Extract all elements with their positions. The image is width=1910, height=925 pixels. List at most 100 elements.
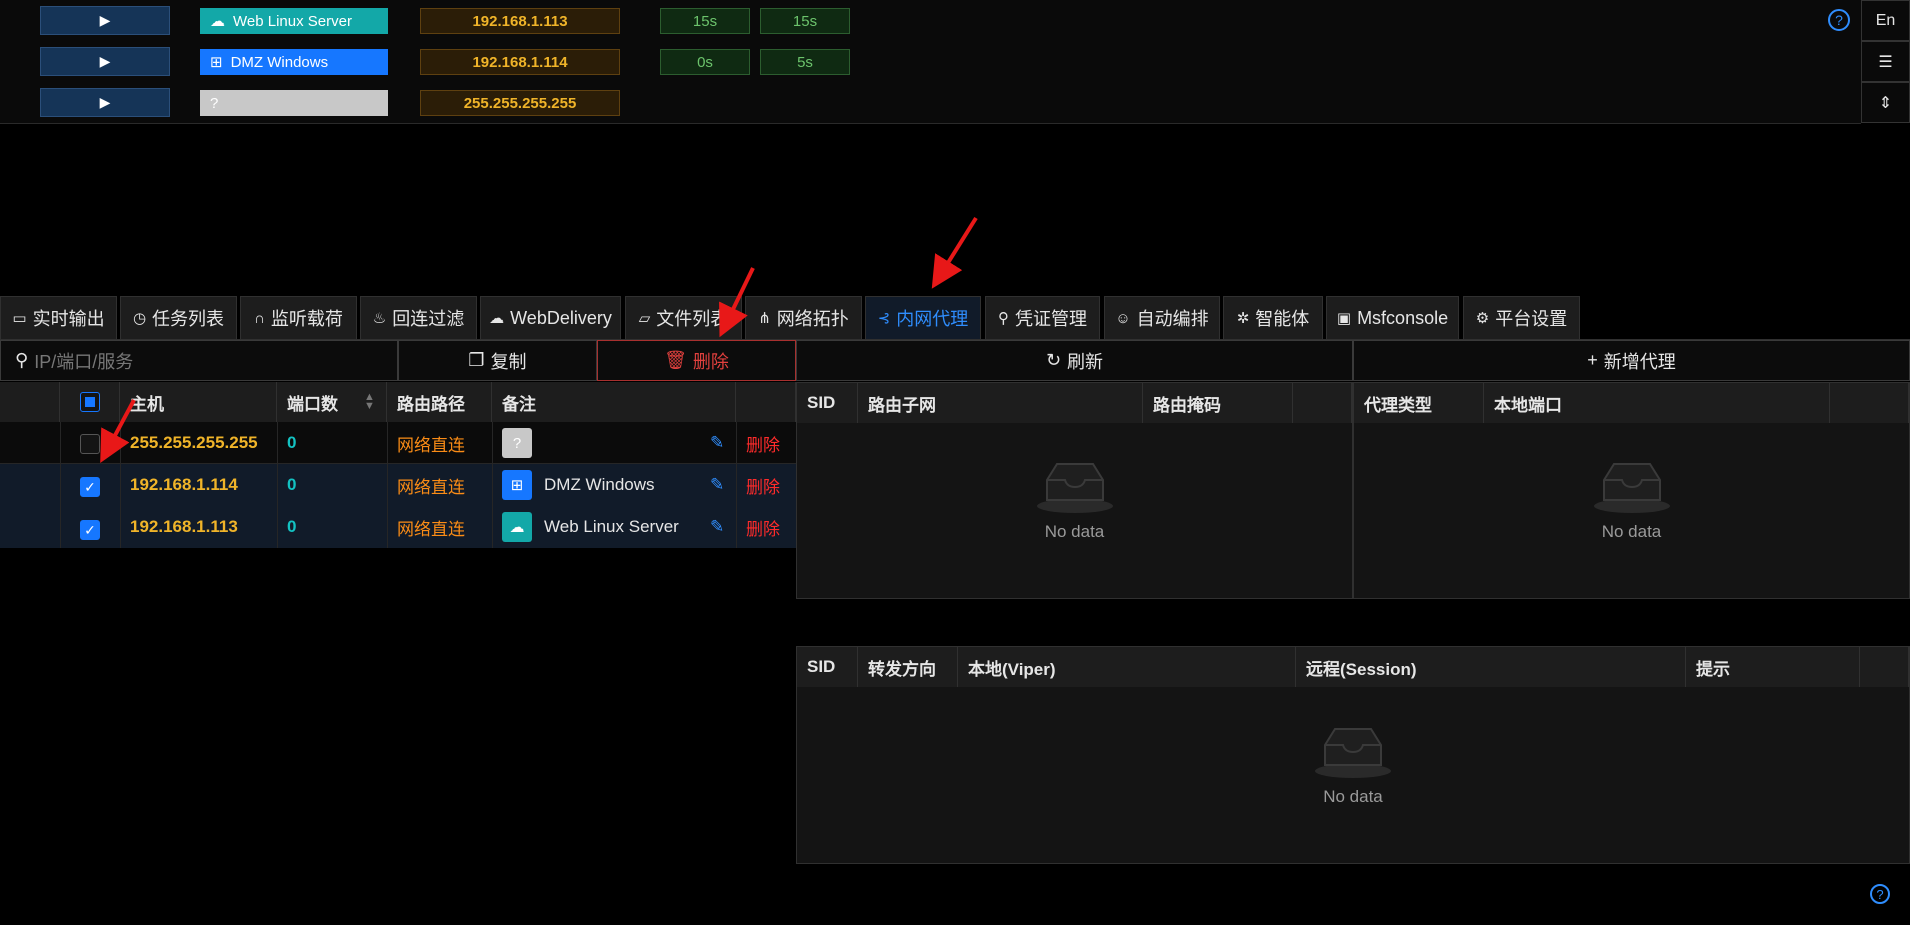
host-ip: 192.168.1.113 — [130, 517, 238, 536]
search-icon: ⚲ — [15, 350, 29, 370]
col-divider — [277, 422, 278, 548]
add-proxy-button[interactable]: + 新增代理 — [1353, 340, 1910, 381]
local-port-header: 本地端口 — [1484, 383, 1830, 423]
row-delete-link[interactable]: 删除 — [736, 422, 780, 464]
host-ip: 192.168.1.114 — [130, 475, 238, 494]
sort-icon[interactable]: ▲ ▼ — [364, 392, 375, 412]
col-divider — [120, 422, 121, 548]
heartbeat-time: 0s — [660, 49, 750, 75]
delete-label: 删除 — [692, 351, 729, 372]
action-header — [1860, 647, 1909, 687]
empty-state: No data — [1353, 460, 1910, 542]
empty-state: No data — [796, 725, 1910, 807]
align-left-button[interactable]: ☰ — [1861, 41, 1910, 82]
play-icon: ▶ — [99, 53, 111, 69]
tab-webdelivery[interactable]: ☁ WebDelivery — [480, 296, 621, 339]
route-path: 网络直连 — [397, 477, 465, 497]
edit-icon[interactable]: ✎ — [700, 464, 724, 506]
port-count: 0 — [287, 517, 297, 536]
col-divider — [492, 422, 493, 548]
col-divider — [387, 422, 388, 548]
unknown-icon: ? — [210, 94, 219, 112]
tab-label: 监听载荷 — [270, 309, 343, 329]
tab-task-list[interactable]: ◷ 任务列表 — [120, 296, 237, 339]
copy-button[interactable]: ❐ 复制 — [398, 340, 597, 381]
host-name: Web Linux Server — [233, 12, 352, 30]
tab-file-list[interactable]: ▱ 文件列表 — [625, 296, 742, 339]
tab-platform-settings[interactable]: ⚙ 平台设置 — [1463, 296, 1580, 339]
host-row[interactable]: ▶ ☁ Web Linux Server 192.168.1.113 15s 1… — [0, 0, 1861, 42]
row-checkbox[interactable]: ✓ — [80, 520, 100, 540]
expand-button[interactable]: ▶ — [40, 88, 170, 117]
no-data-text: No data — [1601, 522, 1662, 541]
select-all-checkbox[interactable] — [80, 392, 100, 412]
search-field[interactable]: ⚲ IP/端口/服务 — [0, 340, 398, 381]
action-header — [1293, 383, 1352, 423]
terminal-icon: ▣ — [1336, 310, 1352, 327]
ai-icon: ✲ — [1236, 310, 1250, 327]
edit-icon[interactable]: ✎ — [700, 506, 724, 548]
trash-icon: 🗑 — [664, 350, 687, 370]
key-icon: ⚲ — [998, 310, 1009, 327]
settings-icon: ⚙ — [1475, 310, 1490, 327]
play-icon: ▶ — [99, 12, 111, 28]
sid-header: SID — [797, 647, 858, 687]
interval-time: 5s — [760, 49, 850, 75]
tab-label: 凭证管理 — [1015, 309, 1087, 329]
tab-msfconsole[interactable]: ▣ Msfconsole — [1326, 296, 1459, 339]
fire-icon: ♨ — [372, 310, 387, 327]
host-ip: 255.255.255.255 — [420, 90, 620, 116]
refresh-icon: ↻ — [1045, 350, 1062, 370]
language-button[interactable]: En — [1861, 0, 1910, 41]
folder-icon: ▱ — [638, 310, 651, 327]
edit-icon[interactable]: ✎ — [700, 422, 724, 464]
host-row[interactable]: ▶ ⊞ DMZ Windows 192.168.1.114 0s 5s — [0, 41, 1861, 83]
refresh-button[interactable]: ↻ 刷新 — [796, 340, 1353, 381]
row-delete-link[interactable]: 删除 — [736, 506, 780, 548]
tab-intranet-proxy[interactable]: ⊰ 内网代理 — [865, 296, 981, 339]
host-name: DMZ Windows — [230, 53, 329, 71]
proxy-type-header: 代理类型 — [1354, 383, 1484, 423]
col-divider — [736, 422, 737, 548]
no-data-text: No data — [1323, 787, 1383, 806]
compress-icon: ⇕ — [1878, 94, 1893, 112]
tab-label: 内网代理 — [896, 309, 969, 329]
tab-ai-agent[interactable]: ✲ 智能体 — [1223, 296, 1323, 339]
note-header: 备注 — [492, 382, 736, 422]
delete-button[interactable]: 🗑 删除 — [597, 340, 796, 381]
search-placeholder: IP/端口/服务 — [34, 351, 134, 372]
windows-icon: ⊞ — [502, 470, 532, 500]
collapse-button[interactable]: ⇕ — [1861, 82, 1910, 123]
tab-credential-management[interactable]: ⚲ 凭证管理 — [985, 296, 1100, 339]
heartbeat-time: 15s — [660, 8, 750, 34]
empty-state: No data — [796, 460, 1353, 542]
tab-callback-filter[interactable]: ♨ 回连过滤 — [360, 296, 477, 339]
row-checkbox[interactable]: ✓ — [80, 477, 100, 497]
row-delete-link[interactable]: 删除 — [736, 464, 780, 506]
help-icon[interactable]: ? — [1870, 884, 1890, 904]
tab-realtime-output[interactable]: ▭ 实时输出 — [0, 296, 117, 339]
align-icon: ☰ — [1878, 53, 1893, 71]
tab-label: 平台设置 — [1495, 309, 1568, 329]
expand-button[interactable]: ▶ — [40, 47, 170, 76]
tab-listener-payload[interactable]: ∩ 监听载荷 — [240, 296, 357, 339]
note-text: DMZ Windows — [544, 475, 655, 494]
host-ip: 192.168.1.114 — [420, 49, 620, 75]
host-header: 主机 — [120, 382, 277, 422]
tab-label: 回连过滤 — [392, 309, 465, 329]
ports-header[interactable]: 端口数 ▲ ▼ — [277, 382, 387, 422]
copy-label: 复制 — [490, 351, 527, 372]
host-row[interactable]: ▶ ? 255.255.255.255 — [0, 82, 1861, 124]
expand-column — [0, 382, 60, 422]
topology-icon: ⋔ — [758, 310, 771, 327]
row-checkbox[interactable] — [80, 434, 100, 454]
host-tag: ? — [200, 90, 388, 116]
tab-network-topology[interactable]: ⋔ 网络拓扑 — [745, 296, 862, 339]
help-icon[interactable]: ? — [1828, 9, 1850, 31]
tab-auto-orchestration[interactable]: ☺ 自动编排 — [1104, 296, 1220, 339]
proxy-icon: ⊰ — [877, 310, 891, 327]
mask-header: 路由掩码 — [1143, 383, 1293, 423]
expand-button[interactable]: ▶ — [40, 6, 170, 35]
refresh-label: 刷新 — [1067, 351, 1104, 372]
host-ip: 255.255.255.255 — [130, 433, 258, 452]
